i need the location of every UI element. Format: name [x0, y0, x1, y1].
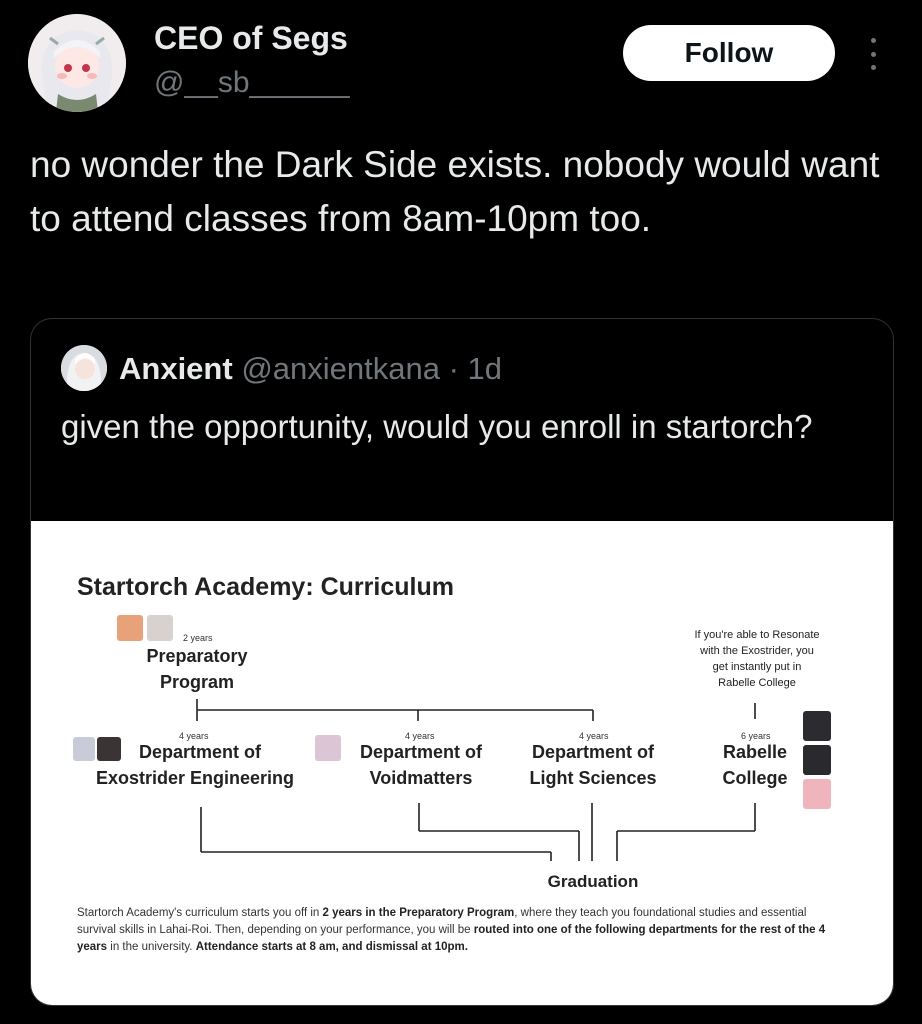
more-options-icon[interactable]: [866, 38, 880, 70]
department-exostrider-line1: Department of: [138, 742, 261, 762]
preparatory-years: 2 years: [183, 633, 213, 643]
character-thumbnail: [97, 737, 121, 761]
department-light-sciences-line1: Department of: [531, 742, 654, 762]
character-thumbnail: [315, 735, 341, 761]
preparatory-label-line1: Preparatory: [146, 646, 248, 666]
quoted-header: Anxient @anxientkana · 1d: [119, 351, 502, 387]
author-handle[interactable]: @__sb______: [154, 66, 350, 100]
tweet-text: no wonder the Dark Side exists. nobody w…: [30, 144, 880, 239]
preparatory-label-line2: Program: [159, 672, 235, 692]
avatar-image: [28, 14, 126, 112]
description-bold: 2 years in the Preparatory Program: [322, 907, 515, 919]
quoted-avatar-image: [61, 345, 107, 391]
resonate-note-line4: Rabelle College: [718, 677, 796, 689]
resonate-note: If you're able to Resonate with the Exos…: [663, 627, 851, 691]
quoted-display-name[interactable]: Anxient: [119, 351, 233, 386]
quoted-text: given the opportunity, would you enroll …: [61, 408, 813, 445]
author-avatar[interactable]: [28, 14, 126, 112]
description-bold: Attendance starts at 8 am, and dismissal…: [195, 941, 468, 953]
resonate-note-line1: If you're able to Resonate: [694, 629, 820, 641]
department-light-sciences-line2: Light Sciences: [529, 768, 657, 788]
character-thumbnail: [803, 711, 831, 741]
department-voidmatters-line1: Department of: [359, 742, 482, 762]
quoted-tweet[interactable]: Anxient @anxientkana · 1d given the oppo…: [30, 318, 894, 1006]
department-exostrider-line2: Exostrider Engineering: [95, 768, 295, 788]
graduation-label: Graduation: [547, 872, 639, 891]
rabelle-college-line2: College: [722, 768, 788, 788]
follow-button[interactable]: Follow: [623, 25, 835, 81]
character-thumbnail: [803, 779, 831, 809]
rabelle-college-line1: Rabelle: [722, 742, 788, 762]
character-thumbnail: [803, 745, 831, 775]
description-text: Startorch Academy's curriculum starts yo…: [77, 907, 323, 919]
character-thumbnail: [73, 737, 95, 761]
description-text: in the university.: [107, 941, 196, 953]
character-thumbnail: [147, 615, 173, 641]
quoted-author-avatar[interactable]: [61, 345, 107, 391]
curriculum-description: Startorch Academy's curriculum starts yo…: [77, 905, 847, 956]
resonate-note-line2: with the Exostrider, you: [700, 645, 814, 657]
resonate-note-line3: get instantly put in: [712, 661, 802, 673]
character-thumbnail: [117, 615, 143, 641]
curriculum-image[interactable]: Startorch Academy: Curriculum 2 years Pr…: [31, 521, 893, 1005]
author-display-name[interactable]: CEO of Segs: [154, 20, 348, 57]
quoted-handle-time[interactable]: @anxientkana · 1d: [241, 351, 502, 386]
department-voidmatters-line2: Voidmatters: [369, 768, 473, 788]
